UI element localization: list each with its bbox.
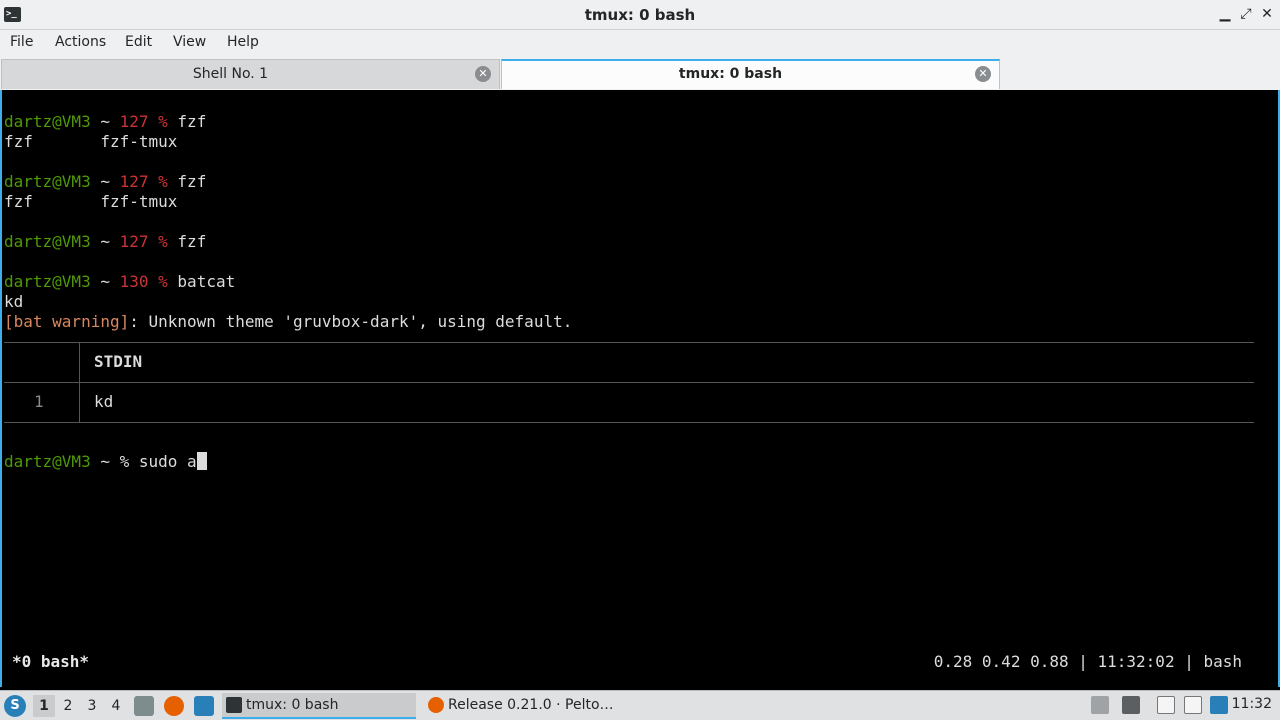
file-manager-icon[interactable] (134, 696, 154, 716)
current-prompt-line[interactable]: dartz@VM3 ~ % sudo a (4, 452, 207, 472)
bat-header: STDIN (94, 352, 143, 371)
terminal-line: kd (4, 292, 24, 311)
terminal-line: fzf fzf-tmux (4, 132, 178, 151)
menu-help[interactable]: Help (227, 34, 259, 50)
minimize-button[interactable]: ▁ (1216, 5, 1234, 23)
title-bar: >_ tmux: 0 bash ▁ ⤢ ✕ (0, 0, 1280, 30)
terminal-line: dartz@VM3 ~ 127 % fzf (4, 232, 207, 251)
task-label: tmux: 0 bash (246, 697, 339, 713)
taskbar: S 1 2 3 4 tmux: 0 bash Release 0.21.0 · … (0, 690, 1280, 720)
close-button[interactable]: ✕ (1258, 5, 1276, 23)
tmux-status-bar: *0 bash* 0.28 0.42 0.88 | 11:32:02 | bas… (2, 650, 1278, 674)
workspace-1[interactable]: 1 (33, 695, 55, 717)
bat-line-text: kd (94, 392, 114, 411)
task-tmux-bash[interactable]: tmux: 0 bash (222, 693, 416, 719)
bat-header-rule (4, 382, 1254, 383)
start-menu-icon[interactable]: S (4, 695, 26, 717)
tab-shell-no-1[interactable]: Shell No. 1 ✕ (1, 59, 500, 89)
tab-bar: Shell No. 1 ✕ tmux: 0 bash ✕ (0, 58, 1280, 90)
workspace-2[interactable]: 2 (57, 695, 79, 717)
maximize-button[interactable]: ⤢ (1237, 5, 1255, 23)
menu-actions[interactable]: Actions (55, 34, 106, 50)
notifications-icon[interactable] (1210, 696, 1228, 714)
bat-top-rule (4, 342, 1254, 343)
clipboard-icon[interactable] (1157, 696, 1175, 714)
clock[interactable]: 11:32 (1232, 696, 1272, 712)
tab-close-icon[interactable]: ✕ (975, 66, 991, 82)
desktop-icon[interactable] (194, 696, 214, 716)
window-title: tmux: 0 bash (584, 6, 696, 24)
terminal-icon (226, 697, 242, 713)
workspace-4[interactable]: 4 (105, 695, 127, 717)
terminal-line: fzf fzf-tmux (4, 192, 178, 211)
tab-close-icon[interactable]: ✕ (475, 66, 491, 82)
terminal-line: dartz@VM3 ~ 127 % fzf (4, 172, 207, 191)
bat-bottom-rule (4, 422, 1254, 423)
menu-file[interactable]: File (10, 34, 33, 50)
bat-line-number: 1 (34, 392, 44, 411)
terminal-area[interactable]: dartz@VM3 ~ 127 % fzf fzf fzf-tmux dartz… (0, 90, 1280, 687)
task-label: Release 0.21.0 · Pelto… (448, 697, 614, 713)
task-firefox-release[interactable]: Release 0.21.0 · Pelto… (424, 693, 620, 719)
tab-label: tmux: 0 bash (678, 66, 783, 82)
firefox-icon (428, 697, 444, 713)
tab-label: Shell No. 1 (192, 66, 269, 82)
tmux-window-name[interactable]: *0 bash* (12, 652, 89, 671)
menu-edit[interactable]: Edit (125, 34, 152, 50)
volume-icon[interactable] (1122, 696, 1140, 714)
workspace-3[interactable]: 3 (81, 695, 103, 717)
menu-bar: File Actions Edit View Help (0, 30, 1280, 58)
text-cursor (196, 452, 207, 470)
tray-arrow-icon[interactable] (1091, 696, 1109, 714)
network-icon[interactable] (1184, 696, 1202, 714)
tmux-status-right: 0.28 0.42 0.88 | 11:32:02 | bash (933, 652, 1242, 671)
menu-view[interactable]: View (173, 34, 206, 50)
terminal-line: dartz@VM3 ~ 130 % batcat (4, 272, 236, 291)
terminal-line: dartz@VM3 ~ 127 % fzf (4, 112, 207, 131)
tab-tmux-bash[interactable]: tmux: 0 bash ✕ (501, 59, 1000, 89)
bat-warning-line: [bat warning]: Unknown theme 'gruvbox-da… (4, 312, 573, 331)
firefox-icon[interactable] (164, 696, 184, 716)
